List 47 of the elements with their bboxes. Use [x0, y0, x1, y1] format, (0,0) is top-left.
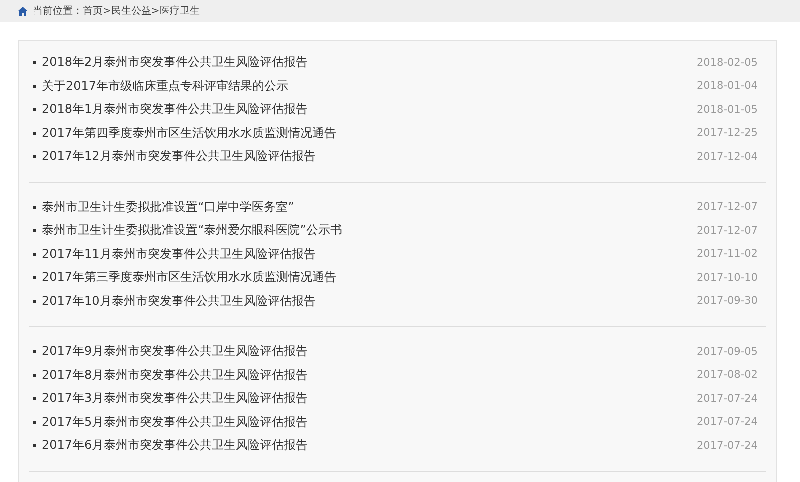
- news-date: 2017-09-30: [696, 295, 758, 308]
- news-date: 2017-08-02: [696, 369, 758, 382]
- news-date: 2017-12-07: [696, 201, 758, 214]
- news-date: 2017-09-05: [696, 346, 758, 358]
- bullet-icon: [33, 229, 36, 232]
- news-link[interactable]: 2018年1月泰州市突发事件公共卫生风险评估报告: [42, 101, 308, 118]
- news-date: 2018-01-04: [696, 80, 758, 92]
- news-date: 2018-02-05: [696, 56, 758, 69]
- bullet-icon: [33, 350, 36, 354]
- bullet-icon: [33, 132, 36, 135]
- news-link[interactable]: 泰州市卫生计生委拟批准设置“泰州爱尔眼科医院”公示书: [42, 222, 342, 240]
- news-date: 2017-12-04: [696, 150, 758, 163]
- bullet-icon: [33, 61, 36, 64]
- breadcrumb: 当前位置：首页>民生公益>医疗卫生: [33, 4, 200, 18]
- bullet-icon: [33, 84, 36, 88]
- news-link[interactable]: 2017年6月泰州市突发事件公共卫生风险评估报告: [42, 437, 308, 454]
- news-link[interactable]: 2018年2月泰州市突发事件公共卫生风险评估报告: [42, 54, 308, 72]
- news-link[interactable]: 2017年8月泰州市突发事件公共卫生风险评估报告: [42, 366, 308, 384]
- bullet-icon: [33, 155, 36, 158]
- news-date: 2017-07-24: [696, 392, 758, 405]
- news-link[interactable]: 2017年10月泰州市突发事件公共卫生风险评估报告: [42, 292, 316, 310]
- news-link[interactable]: 2017年第四季度泰州市区生活饮用水水质监测情况通告: [42, 124, 337, 142]
- news-link[interactable]: 泰州市卫生计生委拟批准设置“口岸中学医务室”: [42, 198, 294, 216]
- news-link[interactable]: 2017年3月泰州市突发事件公共卫生风险评估报告: [42, 390, 308, 408]
- bullet-icon: [33, 420, 36, 424]
- news-date: 2017-12-07: [696, 224, 758, 237]
- bullet-icon: [33, 108, 36, 112]
- bullet-icon: [33, 397, 36, 400]
- news-date: 2017-11-02: [696, 248, 758, 260]
- news-link[interactable]: 2017年12月泰州市突发事件公共卫生风险评估报告: [42, 148, 316, 166]
- news-link[interactable]: 2017年9月泰州市突发事件公共卫生风险评估报告: [42, 343, 308, 360]
- bullet-icon: [33, 444, 36, 448]
- bullet-icon: [33, 276, 36, 280]
- bullet-icon: [33, 374, 36, 377]
- news-date: 2017-10-10: [696, 272, 758, 284]
- home-icon: [18, 6, 28, 16]
- news-date: 2018-01-05: [696, 104, 758, 116]
- bullet-icon: [33, 252, 36, 256]
- news-link[interactable]: 2017年第三季度泰州市区生活饮用水水质监测情况通告: [42, 269, 337, 286]
- news-link[interactable]: 2017年11月泰州市突发事件公共卫生风险评估报告: [42, 246, 316, 263]
- news-date: 2017-07-24: [696, 416, 758, 428]
- news-link[interactable]: 关于2017年市级临床重点专科评审结果的公示: [42, 78, 289, 95]
- news-date: 2017-12-25: [696, 127, 758, 140]
- bullet-icon: [33, 300, 36, 303]
- bullet-icon: [33, 206, 36, 209]
- news-link[interactable]: 2017年5月泰州市突发事件公共卫生风险评估报告: [42, 414, 308, 431]
- news-date: 2017-07-24: [696, 440, 758, 452]
